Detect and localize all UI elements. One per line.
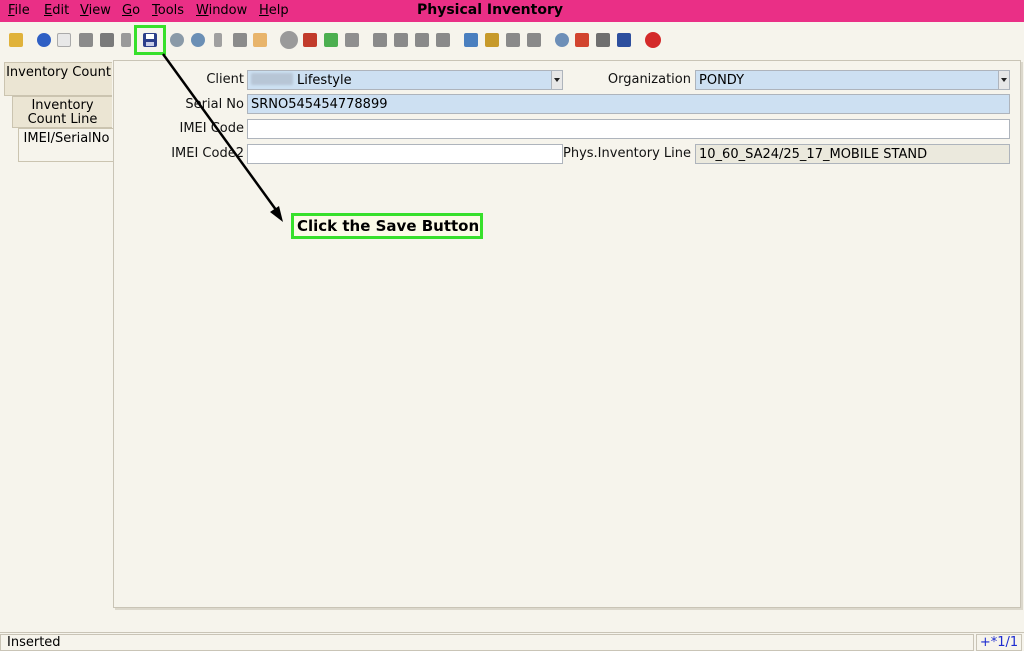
client-field[interactable]: Lifestyle [247, 70, 563, 90]
copy-record-icon[interactable] [79, 33, 93, 47]
serial-no-field[interactable]: SRNO545454778899 [247, 94, 1010, 114]
last-record-icon[interactable] [436, 33, 450, 47]
tab-inventory-count[interactable]: Inventory Count [4, 62, 112, 96]
save-button[interactable] [134, 25, 166, 55]
request-icon[interactable] [617, 33, 631, 47]
back-icon[interactable] [324, 33, 338, 47]
client-value: Lifestyle [297, 73, 352, 88]
chat-icon[interactable] [233, 33, 247, 47]
toolbar [0, 22, 1024, 58]
tab-imei-serialno[interactable]: IMEI/SerialNo [18, 128, 114, 162]
imei-code2-label: IMEI Code2 [171, 146, 244, 161]
phys-inventory-line-label: Phys.Inventory Line [563, 146, 691, 161]
attachment-icon[interactable] [214, 33, 222, 47]
status-bar: Inserted +*1/1 [0, 632, 1024, 651]
imei-code-field[interactable] [247, 119, 1010, 139]
delete-selection-icon[interactable] [121, 33, 131, 47]
product-info-icon[interactable] [596, 33, 610, 47]
print-icon[interactable] [527, 33, 541, 47]
client-label: Client [206, 72, 244, 87]
close-window-icon[interactable] [645, 32, 661, 48]
imei-code2-field[interactable] [247, 144, 563, 164]
serial-no-label: Serial No [185, 97, 244, 112]
phys-inventory-line-field: 10_60_SA24/25_17_MOBILE STAND [695, 144, 1010, 164]
menu-bar: File Edit View Go Tools Window Help Phys… [0, 0, 1024, 22]
history-icon[interactable] [280, 31, 298, 49]
save-icon [143, 33, 157, 47]
help-icon[interactable] [37, 33, 51, 47]
window-title: Physical Inventory [416, 2, 563, 18]
find-icon[interactable] [191, 33, 205, 47]
forward-icon[interactable] [345, 33, 359, 47]
organization-value: PONDY [699, 73, 745, 88]
archive-icon[interactable] [485, 33, 499, 47]
refresh-icon[interactable] [170, 33, 184, 47]
imei-code-label: IMEI Code [179, 121, 244, 136]
home-icon[interactable] [303, 33, 317, 47]
first-record-icon[interactable] [373, 33, 387, 47]
zoom-across-icon[interactable] [555, 33, 569, 47]
organization-label: Organization [607, 72, 691, 87]
record-navigation-indicator[interactable]: +*1/1 [976, 634, 1022, 651]
undo-icon[interactable] [9, 33, 23, 47]
tab-inventory-count-line[interactable]: Inventory Count Line [12, 96, 112, 128]
status-message: Inserted [0, 634, 974, 651]
new-record-icon[interactable] [57, 33, 71, 47]
record-panel [113, 60, 1021, 608]
annotation-callout: Click the Save Button [291, 213, 483, 239]
print-preview-icon[interactable] [506, 33, 520, 47]
grid-toggle-icon[interactable] [253, 33, 267, 47]
workflow-icon[interactable] [575, 33, 589, 47]
report-icon[interactable] [464, 33, 478, 47]
next-record-icon[interactable] [415, 33, 429, 47]
chevron-down-icon[interactable] [551, 71, 562, 89]
chevron-down-icon[interactable] [998, 71, 1009, 89]
redacted-text [251, 73, 293, 85]
organization-field[interactable]: PONDY [695, 70, 1010, 90]
previous-record-icon[interactable] [394, 33, 408, 47]
delete-icon[interactable] [100, 33, 114, 47]
